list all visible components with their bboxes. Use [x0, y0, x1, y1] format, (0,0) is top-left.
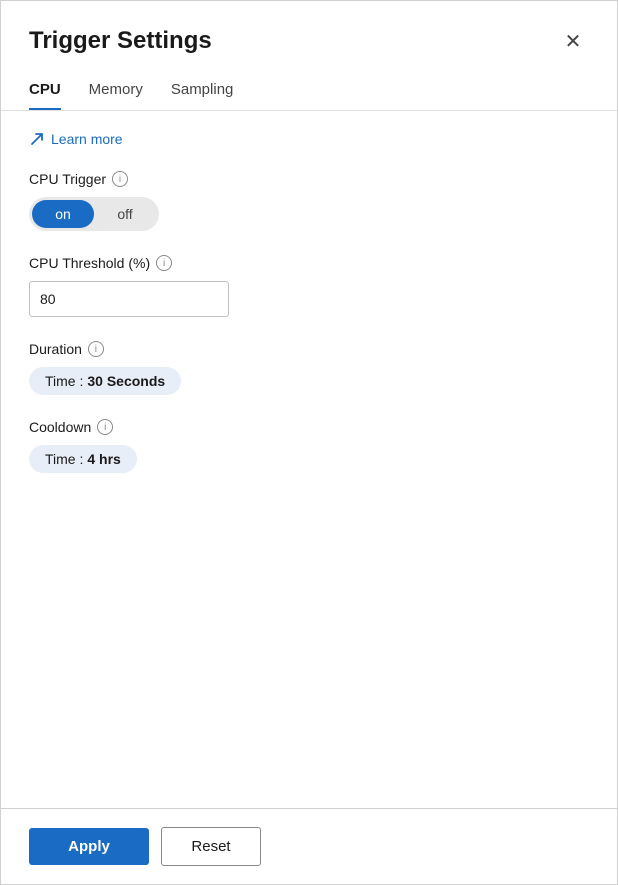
- cooldown-info-icon[interactable]: i: [97, 419, 113, 435]
- cpu-threshold-label: CPU Threshold (%) i: [29, 255, 589, 271]
- duration-pill[interactable]: Time : 30 Seconds: [29, 367, 181, 395]
- trigger-settings-dialog: Trigger Settings ✕ CPU Memory Sampling L…: [0, 0, 618, 885]
- cooldown-pill[interactable]: Time : 4 hrs: [29, 445, 137, 473]
- tab-memory[interactable]: Memory: [89, 73, 143, 110]
- cpu-trigger-info-icon[interactable]: i: [112, 171, 128, 187]
- tab-cpu[interactable]: CPU: [29, 73, 61, 110]
- cooldown-pill-value: 4 hrs: [87, 451, 120, 467]
- apply-button[interactable]: Apply: [29, 828, 149, 865]
- close-button[interactable]: ✕: [557, 25, 589, 57]
- toggle-off-option[interactable]: off: [94, 200, 156, 228]
- tabs-container: CPU Memory Sampling: [1, 73, 617, 111]
- duration-label: Duration i: [29, 341, 589, 357]
- dialog-body: Learn more CPU Trigger i on off CPU Thre…: [1, 111, 617, 808]
- learn-more-label: Learn more: [51, 131, 123, 147]
- duration-info-icon[interactable]: i: [88, 341, 104, 357]
- duration-pill-value: 30 Seconds: [87, 373, 165, 389]
- dialog-header: Trigger Settings ✕: [1, 1, 617, 73]
- cpu-trigger-label: CPU Trigger i: [29, 171, 589, 187]
- cpu-trigger-section: CPU Trigger i on off: [29, 171, 589, 231]
- close-icon: ✕: [565, 29, 582, 54]
- cooldown-pill-prefix: Time :: [45, 451, 83, 467]
- cpu-trigger-toggle[interactable]: on off: [29, 197, 159, 231]
- learn-more-link[interactable]: Learn more: [29, 131, 589, 147]
- cooldown-section: Cooldown i Time : 4 hrs: [29, 419, 589, 473]
- reset-button[interactable]: Reset: [161, 827, 261, 866]
- cooldown-label: Cooldown i: [29, 419, 589, 435]
- cpu-threshold-input[interactable]: [29, 281, 229, 317]
- tab-sampling[interactable]: Sampling: [171, 73, 234, 110]
- external-link-icon: [29, 131, 45, 147]
- duration-section: Duration i Time : 30 Seconds: [29, 341, 589, 395]
- dialog-title: Trigger Settings: [29, 27, 212, 55]
- cpu-threshold-info-icon[interactable]: i: [156, 255, 172, 271]
- cpu-threshold-section: CPU Threshold (%) i: [29, 255, 589, 317]
- duration-pill-prefix: Time :: [45, 373, 83, 389]
- dialog-footer: Apply Reset: [1, 808, 617, 884]
- toggle-on-option[interactable]: on: [32, 200, 94, 228]
